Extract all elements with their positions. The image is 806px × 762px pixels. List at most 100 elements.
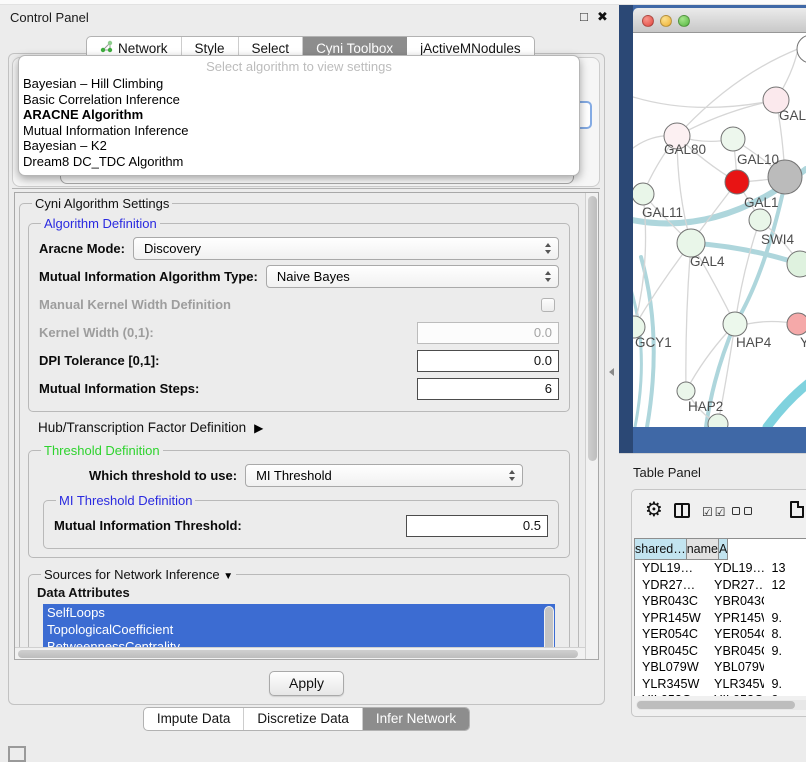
cell-shared-name[interactable]: YDL19…: [635, 560, 707, 577]
dropdown-item[interactable]: Mutual Information Inference: [19, 123, 579, 139]
apply-button[interactable]: Apply: [269, 671, 344, 696]
cell-shared-name[interactable]: YLR345W: [635, 676, 707, 693]
close-traffic-light[interactable]: [642, 15, 654, 27]
cell-value[interactable]: 9.: [764, 676, 806, 693]
cell-shared-name[interactable]: YIL052C: [635, 692, 707, 696]
table-panel: ⚙ ☑☑ shared… name A YDL19…: [631, 489, 806, 717]
close-icon[interactable]: ✖: [597, 9, 608, 25]
network-node-label: GAL80: [664, 142, 706, 157]
file-icon[interactable]: [790, 501, 804, 518]
bottom-tabs-row: Impute Data Discretize Data Infer Networ…: [0, 707, 613, 731]
cell-value[interactable]: 9.: [764, 610, 806, 627]
table-row[interactable]: YBR045C YBR045C 9.: [635, 643, 806, 660]
minimize-traffic-light[interactable]: [660, 15, 672, 27]
aracne-mode-combo[interactable]: Discovery: [133, 237, 559, 260]
minimized-panel-icon[interactable]: [8, 746, 26, 762]
table-row[interactable]: YDR27… YDR27… 12: [635, 577, 806, 594]
cell-name[interactable]: YBR045C: [707, 643, 764, 660]
table-row[interactable]: YLR345W YLR345W 9.: [635, 676, 806, 693]
settings-vertical-scrollbar[interactable]: [585, 193, 598, 659]
network-node-hap4[interactable]: [723, 312, 747, 336]
table-row[interactable]: YIL052C YIL052C 9: [635, 692, 806, 696]
table-row[interactable]: YBR043C YBR043C: [635, 593, 806, 610]
cell-name[interactable]: YBR043C: [707, 593, 764, 610]
tab-label: Style: [195, 41, 225, 56]
dropdown-item[interactable]: Bayesian – K2: [19, 138, 579, 154]
cell-name[interactable]: YDL19…: [707, 560, 764, 577]
settings-horizontal-scrollbar[interactable]: [15, 647, 585, 659]
dropdown-item[interactable]: ARACNE Algorithm: [19, 107, 579, 123]
cell-value[interactable]: 8.: [764, 626, 806, 643]
table-row[interactable]: YPR145W YPR145W 9.: [635, 610, 806, 627]
network-node-hap2[interactable]: [677, 382, 695, 400]
dropdown-item[interactable]: Basic Correlation Inference: [19, 92, 579, 108]
cell-shared-name[interactable]: YBR043C: [635, 593, 707, 610]
network-node-gal4[interactable]: [677, 229, 705, 257]
aracne-mode-value: Discovery: [144, 241, 201, 256]
checked-boxes-icon[interactable]: ☑☑: [702, 505, 728, 519]
cell-name[interactable]: YPR145W: [707, 610, 764, 627]
cell-name[interactable]: YER054C: [707, 626, 764, 643]
control-panel-titlebar[interactable]: Control Panel □ ✖: [0, 5, 613, 31]
table-horizontal-scrollbar[interactable]: [636, 700, 806, 710]
cell-value[interactable]: 9: [764, 692, 806, 696]
dropdown-item[interactable]: Bayesian – Hill Climbing: [19, 76, 579, 92]
cell-shared-name[interactable]: YBR045C: [635, 643, 707, 660]
float-icon[interactable]: □: [580, 9, 588, 24]
mi-steps-input[interactable]: 6: [417, 378, 559, 400]
network-node-swi4[interactable]: [749, 209, 771, 231]
cell-shared-name[interactable]: YBL079W: [635, 659, 707, 676]
attribute-item[interactable]: SelfLoops: [43, 604, 555, 621]
network-node-gal11[interactable]: [633, 183, 654, 205]
cyni-bottom-tab[interactable]: Infer Network: [363, 708, 469, 730]
table-row[interactable]: YER054C YER054C 8.: [635, 626, 806, 643]
cell-value[interactable]: [764, 659, 806, 676]
cell-value[interactable]: [764, 593, 806, 610]
network-node-ypink[interactable]: [787, 313, 806, 335]
cyni-bottom-tab[interactable]: Discretize Data: [244, 708, 363, 730]
table-column-header[interactable]: name: [687, 539, 719, 560]
network-edge[interactable]: [767, 377, 806, 427]
dropdown-item[interactable]: Dream8 DC_TDC Algorithm: [19, 154, 579, 170]
attribute-item[interactable]: TopologicalCoefficient: [43, 621, 555, 638]
manual-kernel-checkbox[interactable]: [541, 298, 555, 312]
network-window-titlebar[interactable]: [633, 8, 806, 33]
table-column-header[interactable]: shared…: [635, 539, 687, 560]
cyni-bottom-tab[interactable]: Impute Data: [144, 708, 245, 730]
zoom-traffic-light[interactable]: [678, 15, 690, 27]
network-node-right-green[interactable]: [787, 251, 806, 277]
data-attributes-label: Data Attributes: [37, 585, 561, 600]
cell-shared-name[interactable]: YPR145W: [635, 610, 707, 627]
splitter-collapse-handle[interactable]: [609, 368, 614, 376]
cell-name[interactable]: YBL079W: [707, 659, 764, 676]
cell-shared-name[interactable]: YER054C: [635, 626, 707, 643]
dpi-tolerance-input[interactable]: 0.0: [417, 350, 559, 372]
table-row[interactable]: YDL19… YDL19… 13: [635, 560, 806, 577]
network-node-top-partial[interactable]: [797, 35, 806, 63]
network-node-gal10[interactable]: [721, 127, 745, 151]
mi-type-combo[interactable]: Naive Bayes: [266, 265, 559, 288]
hub-definition-toggle[interactable]: Hub/Transcription Factor Definition ▶: [38, 420, 570, 435]
cell-name[interactable]: YLR345W: [707, 676, 764, 693]
cell-name[interactable]: YIL052C: [707, 692, 764, 696]
which-threshold-combo[interactable]: MI Threshold: [245, 464, 523, 487]
network-canvas[interactable]: GALGAL80GAL10GAL1GAL11SWI4GAL4GCY1HAP4YH…: [633, 33, 806, 427]
network-node-gal1[interactable]: [725, 170, 749, 194]
cell-shared-name[interactable]: YDR27…: [635, 577, 707, 594]
network-node-bottom-green[interactable]: [708, 414, 728, 427]
kernel-width-input[interactable]: 0.0: [417, 322, 559, 344]
cell-name[interactable]: YDR27…: [707, 577, 764, 594]
table-row[interactable]: YBL079W YBL079W: [635, 659, 806, 676]
network-edge[interactable]: [735, 220, 760, 324]
cell-value[interactable]: 12: [764, 577, 806, 594]
manual-kernel-label: Manual Kernel Width Definition: [39, 297, 231, 312]
columns-icon[interactable]: [674, 503, 690, 518]
cell-value[interactable]: 9.: [764, 643, 806, 660]
mi-threshold-input[interactable]: 0.5: [406, 515, 548, 537]
network-node-label: HAP2: [688, 399, 723, 414]
cell-value[interactable]: 13: [764, 560, 806, 577]
unchecked-boxes-icon[interactable]: [732, 507, 752, 515]
table-column-header[interactable]: A: [719, 539, 728, 560]
gear-icon[interactable]: ⚙: [645, 500, 663, 520]
chevron-down-icon[interactable]: ▼: [223, 571, 233, 582]
